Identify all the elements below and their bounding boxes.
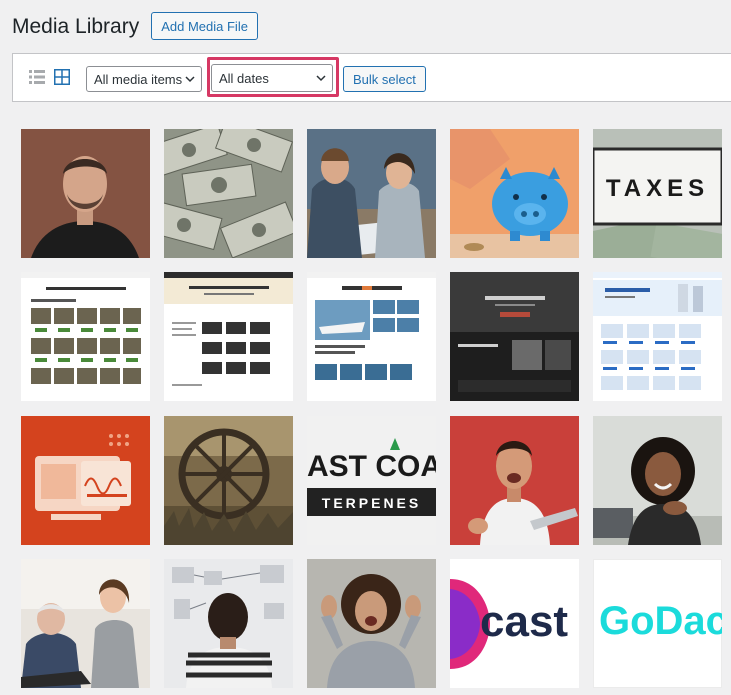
terpenes-logo-top-text: AST COAS — [307, 450, 436, 483]
page-title: Media Library — [12, 14, 140, 38]
dollar-bills-thumbnail — [164, 129, 293, 258]
godaddy-logo-text: GoDac — [599, 599, 722, 643]
frustrated-woman-thumbnail — [307, 559, 436, 688]
red-illustration-thumbnail — [21, 416, 150, 545]
webpage-store-thumbnail — [593, 272, 722, 401]
date-filter-value: All dates — [219, 70, 269, 86]
media-item-smiling-woman[interactable] — [593, 416, 722, 545]
media-item-man-whiteboard[interactable] — [164, 559, 293, 688]
grandfather-laptop-thumbnail — [21, 559, 150, 688]
webpage-products-thumbnail — [21, 272, 150, 401]
media-toolbar: All media items All dates Bulk select — [12, 53, 731, 102]
terpenes-logo-bottom-text: TERPENES — [321, 495, 422, 511]
media-item-piggy-bank[interactable] — [450, 129, 579, 258]
piggy-bank-thumbnail — [450, 129, 579, 258]
portrait-man-thumbnail — [21, 129, 150, 258]
media-item-wagon-wheel[interactable] — [164, 416, 293, 545]
bulk-select-button[interactable]: Bulk select — [343, 66, 426, 92]
list-view-icon[interactable] — [29, 70, 45, 84]
chevron-down-icon — [185, 76, 195, 83]
media-item-webpage-tattoo[interactable] — [450, 272, 579, 401]
webpage-tattoo-thumbnail — [450, 272, 579, 401]
page-header: Media Library Add Media File — [12, 12, 258, 40]
media-item-portrait-man[interactable] — [21, 129, 150, 258]
media-item-taxes-sign[interactable]: TAXES — [593, 129, 722, 258]
media-type-filter[interactable]: All media items — [86, 66, 202, 92]
stressed-man-thumbnail — [450, 416, 579, 545]
grid-view-icon[interactable] — [54, 69, 70, 85]
add-media-file-button[interactable]: Add Media File — [151, 12, 258, 40]
media-item-frustrated-woman[interactable] — [307, 559, 436, 688]
couple-paperwork-thumbnail — [307, 129, 436, 258]
media-item-couple-paperwork[interactable] — [307, 129, 436, 258]
webpage-reviews-thumbnail — [164, 272, 293, 401]
media-item-webpage-reviews[interactable] — [164, 272, 293, 401]
media-item-godaddy-logo[interactable]: GoDac — [593, 559, 722, 688]
webpage-cruises-thumbnail — [307, 272, 436, 401]
man-whiteboard-thumbnail — [164, 559, 293, 688]
media-item-webpage-store[interactable] — [593, 272, 722, 401]
wagon-wheel-thumbnail — [164, 416, 293, 545]
date-filter[interactable]: All dates — [211, 64, 333, 92]
media-item-east-coast-terpenes-logo[interactable]: AST COAS TERPENES — [307, 416, 436, 545]
chevron-down-icon — [316, 75, 326, 82]
taxes-sign-text: TAXES — [605, 175, 710, 202]
media-item-webpage-products[interactable] — [21, 272, 150, 401]
smiling-woman-thumbnail — [593, 416, 722, 545]
media-item-dollar-bills[interactable] — [164, 129, 293, 258]
media-item-webpage-cruises[interactable] — [307, 272, 436, 401]
castos-logo-text: cast — [480, 597, 569, 646]
media-type-filter-value: All media items — [94, 71, 183, 87]
media-item-stressed-man[interactable] — [450, 416, 579, 545]
media-item-castos-logo[interactable]: cast — [450, 559, 579, 688]
media-item-red-illustration[interactable] — [21, 416, 150, 545]
media-item-grandfather-laptop[interactable] — [21, 559, 150, 688]
